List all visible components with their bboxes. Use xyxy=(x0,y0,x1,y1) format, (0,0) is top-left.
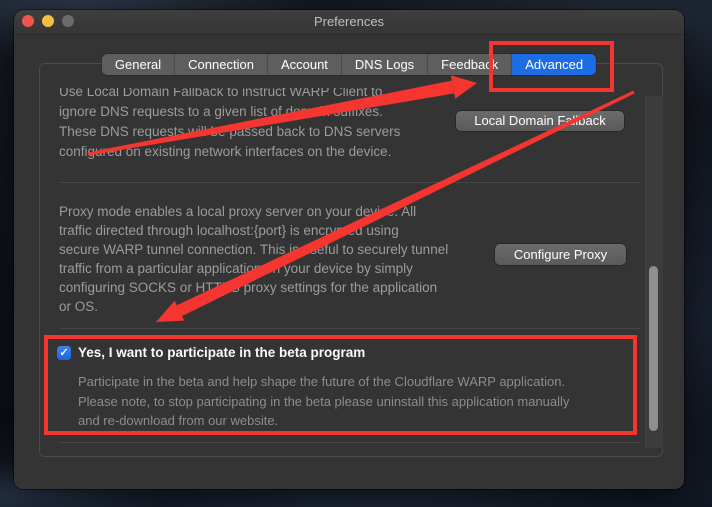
local-domain-fallback-button[interactable]: Local Domain Fallback xyxy=(456,111,624,131)
tab-advanced[interactable]: Advanced xyxy=(512,54,596,75)
tab-connection[interactable]: Connection xyxy=(175,54,268,75)
proxy-paragraph: Proxy mode enables a local proxy server … xyxy=(59,202,448,316)
window-title: Preferences xyxy=(14,10,684,34)
vertical-scrollbar[interactable] xyxy=(645,96,663,448)
checkmark-icon: ✓ xyxy=(59,347,68,359)
beta-checkbox[interactable]: ✓ xyxy=(57,346,71,360)
tab-dns-logs[interactable]: DNS Logs xyxy=(342,54,428,75)
configure-proxy-button[interactable]: Configure Proxy xyxy=(495,244,626,265)
section-divider xyxy=(58,442,640,443)
tab-feedback[interactable]: Feedback xyxy=(428,54,512,75)
tab-bar: General Connection Account DNS Logs Feed… xyxy=(102,54,596,75)
scroll-area: Use Local Domain Fallback to instruct WA… xyxy=(40,88,645,448)
local-domain-paragraph: Use Local Domain Fallback to instruct WA… xyxy=(59,88,400,162)
beta-checkbox-row: ✓ Yes, I want to participate in the beta… xyxy=(57,345,365,360)
title-bar: Preferences xyxy=(14,10,684,35)
tab-general[interactable]: General xyxy=(102,54,175,75)
beta-checkbox-label[interactable]: Yes, I want to participate in the beta p… xyxy=(78,345,365,360)
scrollbar-thumb[interactable] xyxy=(649,266,658,431)
beta-description: Participate in the beta and help shape t… xyxy=(78,372,569,431)
preferences-window: Preferences General Connection Account D… xyxy=(14,10,684,489)
section-divider xyxy=(59,328,640,329)
section-divider xyxy=(59,182,640,183)
tab-account[interactable]: Account xyxy=(268,54,342,75)
desktop-wallpaper: Preferences General Connection Account D… xyxy=(0,0,712,507)
